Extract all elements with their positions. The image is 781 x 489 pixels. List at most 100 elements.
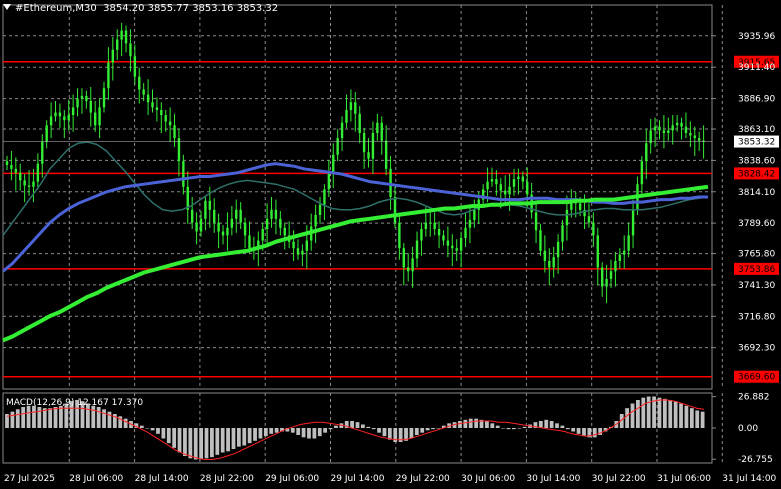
candle-body [680,122,683,127]
macd-histogram-bar [263,428,268,437]
macd-histogram-bar [26,405,31,428]
time-tick-label: 29 Jul 06:00 [265,474,319,484]
macd-histogram-bar [32,405,36,428]
candle-body [41,141,44,164]
candle-body [155,107,159,110]
macd-histogram-bar [350,421,354,428]
macd-histogram-bar [630,403,635,428]
ohlc-values: 3854.20 3855.77 3853.16 3853.32 [103,3,279,14]
macd-histogram-bar [571,428,576,432]
candle-body [473,209,476,221]
macd-histogram-bar [382,428,387,437]
time-tick-label: 28 Jul 22:00 [200,474,254,484]
candle-body [204,200,207,219]
macd-histogram-bar [199,428,204,460]
symbol-label: #Ethereum,M30 [15,3,97,14]
macd-histogram-bar [522,426,527,428]
candle-body [376,122,379,133]
macd-histogram-bar [91,405,96,428]
candle-body [354,102,357,114]
candle-body [301,250,304,255]
price-tick-label: 3716.80 [738,312,775,322]
macd-label: MACD(12,26,9) 12.167 17.370 [6,398,143,408]
candle-body [107,62,110,89]
candle-body [543,250,547,261]
candle-body [230,218,234,228]
macd-histogram-bar [468,418,473,428]
candle-body [71,107,75,116]
candle-body [221,231,225,236]
macd-histogram-bar [274,428,279,433]
time-tick-label: 29 Jul 14:00 [331,474,385,484]
candle-body [182,161,185,187]
candle-body [274,209,278,219]
macd-histogram-bar [220,428,225,453]
candle-body [442,235,445,241]
candle-body [495,179,498,185]
macd-histogram-bar [96,407,101,428]
macd-histogram-bar [290,428,295,433]
price-tick-label: 3863.10 [738,125,775,135]
candle-body [270,209,273,219]
candle-body [548,261,551,268]
macd-histogram-bar [495,425,500,428]
candle-body [58,112,62,117]
macd-histogram-bar [673,401,678,428]
candle-body [54,112,57,117]
macd-histogram-bar [366,426,371,428]
macd-tick-label: 26.882 [738,393,770,403]
candle-body [393,197,397,223]
price-tick-label: 3814.10 [738,188,775,198]
candle-body [248,235,251,249]
macd-histogram-bar [204,428,209,459]
candle-body [671,125,674,131]
macd-histogram-bar [582,428,586,437]
candle-body [283,227,286,236]
macd-histogram-bar [139,425,144,428]
macd-histogram-bar [641,397,646,428]
macd-histogram-bar [700,411,705,428]
macd-histogram-bar [463,419,468,428]
level-price-label: 3828.42 [738,169,775,179]
candle-body [512,179,516,187]
candle-body [490,179,494,182]
price-chart[interactable]: 3915.653828.423753.863669.60 3935.963911… [0,0,781,489]
macd-histogram-bar [576,428,581,434]
candle-body [623,250,626,255]
chevron-down-icon[interactable] [3,4,11,10]
macd-histogram-bar [226,428,230,452]
macd-histogram-bar [59,405,63,428]
candle-body [63,116,66,121]
macd-histogram-bar [490,423,495,428]
candle-body [80,95,84,99]
candle-body [327,173,331,190]
candle-body [552,257,555,268]
candle-body [556,241,560,258]
candle-body [614,261,617,272]
candle-body [618,254,622,261]
candle-body [235,209,238,219]
time-tick-label: 28 Jul 14:00 [135,474,189,484]
candle-body [345,109,348,123]
candle-body [433,222,436,229]
macd-tick-label: 0.00 [738,424,758,434]
candle-body [14,168,18,173]
macd-histogram-bar [37,407,42,428]
macd-histogram-bar [183,428,187,456]
candle-body [67,115,70,121]
candle-body [164,115,167,122]
candle-body [455,248,458,251]
macd-histogram-bar [123,418,128,428]
candle-body [662,130,666,133]
candle-body [340,122,344,139]
time-tick-label: 30 Jul 22:00 [592,474,646,484]
candle-body [609,271,613,279]
macd-histogram-bar [474,418,479,428]
price-tick-label: 3765.80 [738,250,775,260]
macd-histogram-bar [549,421,554,428]
price-tick-label: 3838.60 [738,156,775,166]
candle-body [168,121,172,126]
candle-body [675,122,679,126]
macd-histogram-bar [565,428,570,430]
candle-body [138,76,141,90]
